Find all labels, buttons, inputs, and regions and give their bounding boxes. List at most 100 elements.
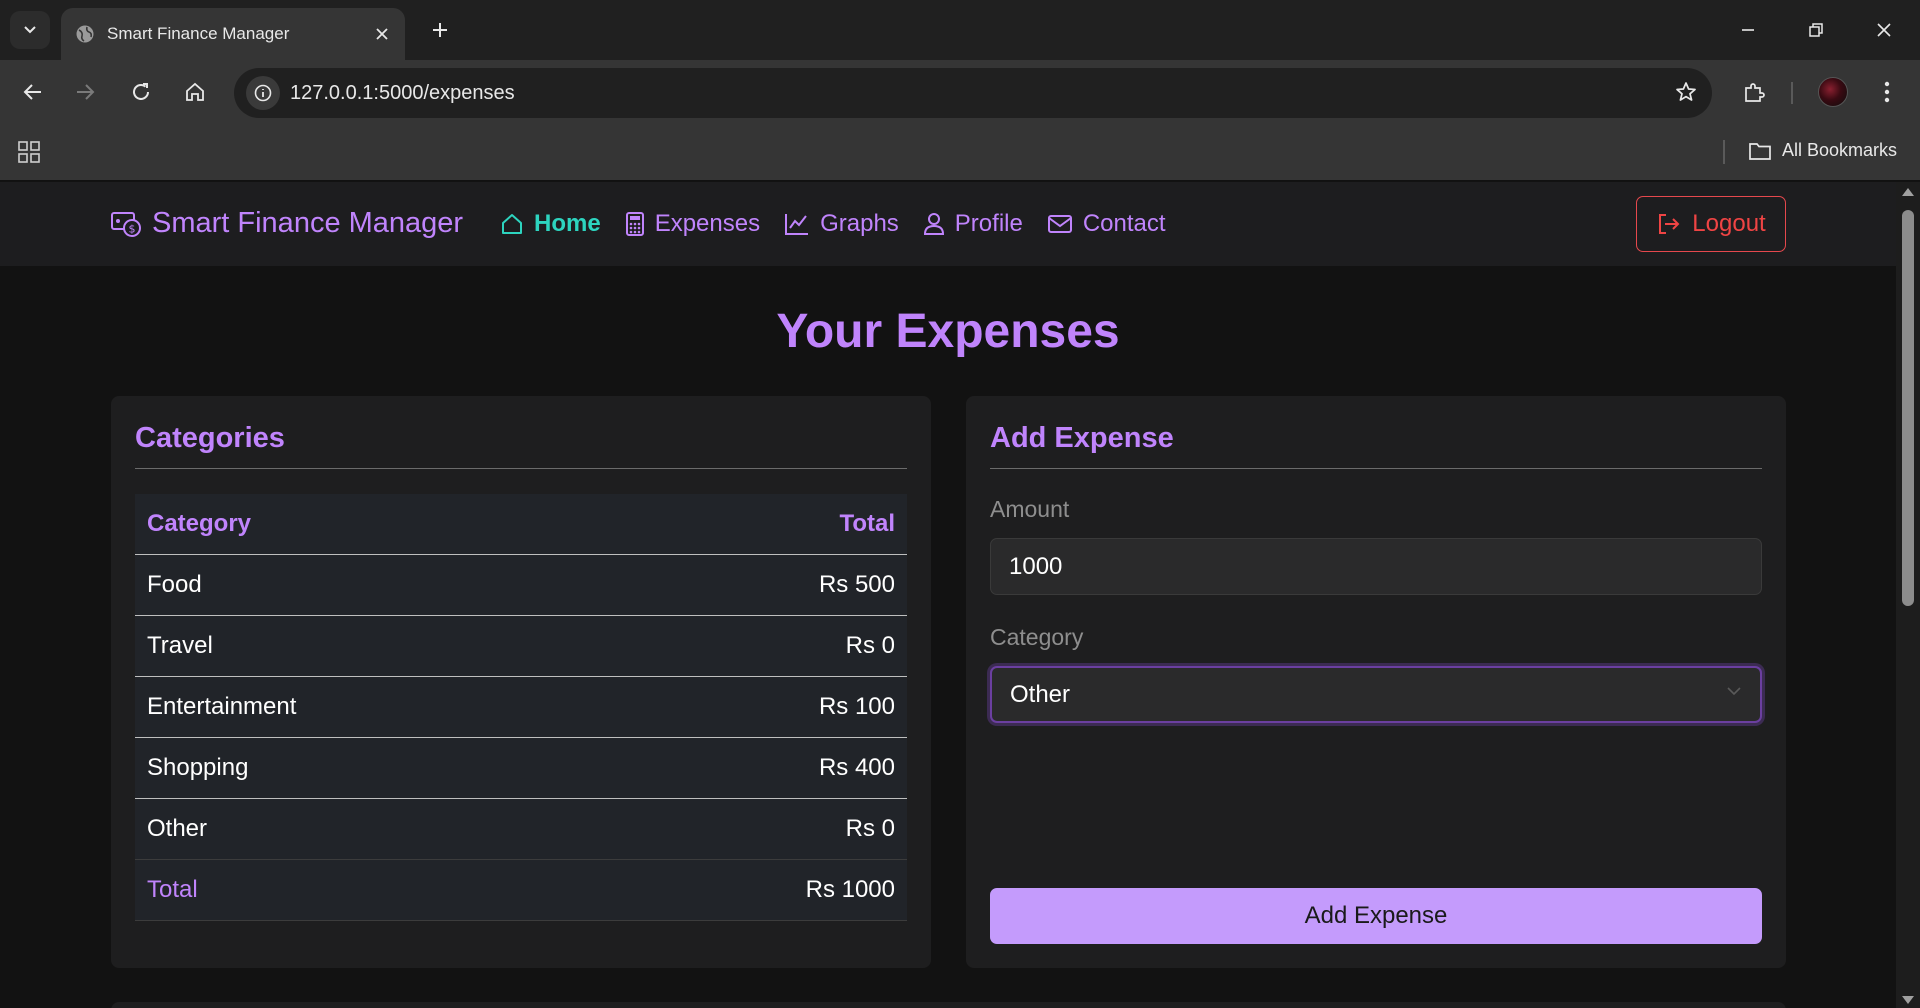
card-title: Categories <box>135 422 285 454</box>
table-header-row: Category Total <box>135 494 907 555</box>
calculator-icon <box>625 212 644 236</box>
back-button[interactable] <box>12 71 54 113</box>
scroll-thumb[interactable] <box>1902 210 1914 606</box>
category-total: Rs 0 <box>845 815 895 842</box>
table-row: Shopping Rs 400 <box>135 738 907 799</box>
browser-tab-strip: Smart Finance Manager <box>0 0 1920 60</box>
site-info-button[interactable] <box>246 76 280 110</box>
minimize-button[interactable] <box>1726 8 1770 52</box>
restore-button[interactable] <box>1794 8 1838 52</box>
table-row: Entertainment Rs 100 <box>135 677 907 738</box>
nav-links: Home Expenses Graphs Profile Contact <box>500 208 1190 240</box>
chart-line-icon <box>785 214 809 235</box>
column-header-category: Category <box>147 510 252 537</box>
extensions-button[interactable] <box>1733 71 1775 113</box>
globe-icon <box>76 25 94 43</box>
tab-title: Smart Finance Manager <box>107 24 290 43</box>
close-window-button[interactable] <box>1862 8 1906 52</box>
category-select[interactable]: Other <box>990 666 1762 723</box>
browser-tab-active[interactable]: Smart Finance Manager <box>61 8 405 60</box>
page-title: Your Expenses <box>776 305 1120 358</box>
envelope-icon <box>1047 215 1072 233</box>
chevron-down-icon <box>1727 687 1741 696</box>
category-name: Other <box>147 815 208 842</box>
person-icon <box>923 213 944 235</box>
nav-link-graphs[interactable]: Graphs <box>784 208 899 240</box>
category-total: Rs 0 <box>845 632 895 659</box>
home-icon <box>502 214 522 234</box>
home-button[interactable] <box>174 71 216 113</box>
chevron-down-icon <box>24 26 36 34</box>
plus-icon <box>433 23 447 37</box>
table-total-row: Total Rs 1000 <box>135 860 907 921</box>
logout-label: Logout <box>1692 210 1766 237</box>
scroll-up-arrow[interactable] <box>1902 188 1914 196</box>
address-bar[interactable]: 127.0.0.1:5000/expenses <box>234 68 1712 118</box>
all-bookmarks-button[interactable]: All Bookmarks <box>1748 140 1897 161</box>
brand-name: Smart Finance Manager <box>152 207 464 239</box>
bookmark-star-button[interactable] <box>1674 80 1698 109</box>
home-icon <box>186 82 204 101</box>
menu-button[interactable] <box>1866 71 1908 113</box>
amount-value: 1000 <box>1009 552 1063 580</box>
info-icon <box>254 84 272 102</box>
tab-search-button[interactable] <box>10 11 50 49</box>
reload-button[interactable] <box>120 71 162 113</box>
add-expense-button[interactable]: Add Expense <box>990 888 1762 944</box>
svg-text:$: $ <box>129 222 136 235</box>
arrow-left-icon <box>23 84 41 100</box>
grid-icon <box>18 141 40 163</box>
money-bill-icon: $ <box>111 211 141 237</box>
table-row: Other Rs 0 <box>135 799 907 860</box>
scroll-down-arrow[interactable] <box>1902 996 1914 1004</box>
category-name: Food <box>147 571 202 598</box>
category-name: Shopping <box>147 754 249 781</box>
restore-icon <box>1809 23 1823 37</box>
toolbar-divider <box>1791 82 1793 104</box>
url-text[interactable]: 127.0.0.1:5000/expenses <box>290 82 515 105</box>
card-title: Add Expense <box>990 422 1174 454</box>
divider <box>990 468 1762 469</box>
all-bookmarks-label: All Bookmarks <box>1782 140 1898 160</box>
add-expense-label: Add Expense <box>1304 902 1448 929</box>
category-selected-value: Other <box>1010 680 1071 708</box>
column-header-total: Total <box>839 510 895 537</box>
nav-link-contact[interactable]: Contact <box>1047 208 1166 240</box>
bookmarks-divider <box>1723 140 1725 164</box>
table-row: Food Rs 500 <box>135 555 907 616</box>
tab-close-button[interactable] <box>369 21 395 47</box>
total-value: Rs 1000 <box>805 876 895 903</box>
apps-button[interactable] <box>16 139 42 170</box>
profile-button[interactable] <box>1812 71 1854 113</box>
nav-link-label: Home <box>534 210 601 237</box>
close-icon <box>1877 23 1891 37</box>
nav-link-profile[interactable]: Profile <box>923 208 1023 240</box>
category-total: Rs 100 <box>818 693 895 720</box>
brand-link[interactable]: $ Smart Finance Manager <box>110 207 463 240</box>
page-viewport: $ Smart Finance Manager Home Expenses Gr… <box>0 182 1920 1008</box>
divider <box>135 468 907 469</box>
page-scrollbar[interactable] <box>1896 182 1920 1008</box>
categories-card: Categories Category Total Food Rs 500 Tr… <box>111 396 931 968</box>
nav-link-expenses[interactable]: Expenses <box>625 208 760 240</box>
category-name: Entertainment <box>147 693 297 720</box>
nav-link-label: Contact <box>1082 210 1166 237</box>
arrow-right-icon <box>77 84 95 100</box>
category-name: Travel <box>147 632 213 659</box>
logout-button[interactable]: Logout <box>1636 196 1786 252</box>
forward-button[interactable] <box>64 71 106 113</box>
logout-icon <box>1659 214 1680 234</box>
nav-link-label: Graphs <box>820 210 899 237</box>
more-vertical-icon <box>1884 81 1890 103</box>
amount-input[interactable]: 1000 <box>990 538 1762 595</box>
close-icon <box>376 28 388 40</box>
category-label: Category <box>990 624 1084 650</box>
star-icon <box>1676 82 1696 101</box>
minimize-icon <box>1742 29 1754 31</box>
nav-link-label: Profile <box>954 210 1023 237</box>
nav-link-home[interactable]: Home <box>500 208 601 240</box>
table-row: Travel Rs 0 <box>135 616 907 677</box>
browser-toolbar: 127.0.0.1:5000/expenses <box>0 60 1920 126</box>
new-tab-button[interactable] <box>424 14 456 46</box>
folder-icon <box>1749 142 1771 160</box>
